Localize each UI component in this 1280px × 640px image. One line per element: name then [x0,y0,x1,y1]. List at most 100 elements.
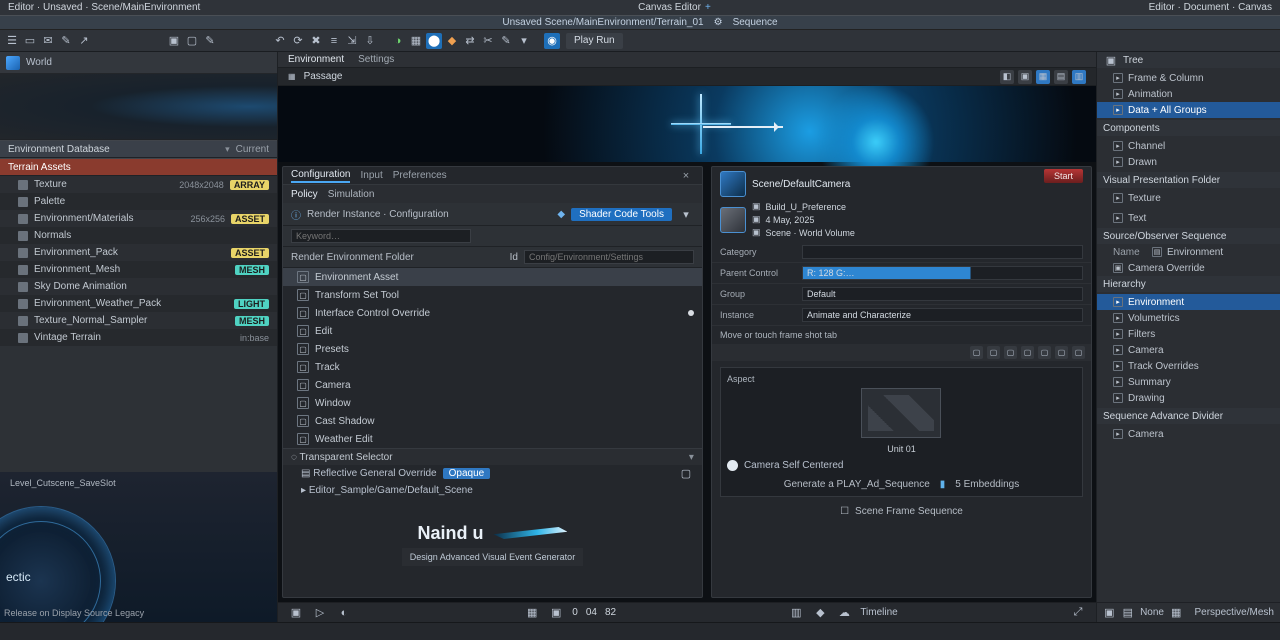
toolbar-icon[interactable]: ▢ [184,33,200,49]
kv-menu-icon[interactable]: ▢ [678,466,694,482]
tree-item[interactable]: ▸Drawing [1097,390,1280,406]
toolbar-icon[interactable]: ◑ [390,33,406,49]
insp-value[interactable]: Animate and Characterize [802,308,1083,322]
rfoot-icon-1[interactable]: ▣ [1103,605,1116,621]
head-icon-5[interactable]: ▥ [1072,70,1086,84]
play-run-button[interactable]: Play Run [566,33,623,49]
panel-menu-icon[interactable]: ▾ [678,206,694,222]
ptab-configuration[interactable]: Configuration [291,169,350,183]
config-item[interactable]: ▢Environment Asset [283,268,702,286]
insp-value[interactable]: R: 128 G:… [802,266,1083,280]
config-item[interactable]: ▢Transform Set Tool [283,286,702,304]
camera-self-centered-radio[interactable] [727,460,738,471]
toolbar-icon[interactable]: ▭ [22,33,38,49]
toolbar-icon[interactable]: ▾ [516,33,532,49]
tree-item[interactable]: ▸Track Overrides [1097,358,1280,374]
tree-item[interactable]: ▸Filters [1097,326,1280,342]
insp-value[interactable] [802,245,1083,259]
sect-transparent[interactable]: ◌ Transparent Selector [291,452,393,463]
shader-tools-button[interactable]: Shader Code Tools [571,208,672,221]
tree-item[interactable]: ▸Environment [1097,294,1280,310]
toolbar-icon[interactable]: ☰ [4,33,20,49]
toolbar-icon[interactable]: ⇄ [462,33,478,49]
tree-item[interactable]: ▸Text [1097,210,1280,226]
id-input[interactable] [524,250,694,264]
rfoot-mode[interactable]: Perspective/Mesh [1195,607,1274,618]
toolbar-icon[interactable]: ◆ [444,33,460,49]
config-item[interactable]: ▢Window [283,394,702,412]
config-item[interactable]: ▢Track [283,358,702,376]
config-item[interactable]: ▢Weather Edit [283,430,702,448]
tree-item[interactable]: ▸Frame & Column [1097,70,1280,86]
toolbar-icon[interactable]: ▣ [166,33,182,49]
toolbar-icon[interactable]: ↗ [76,33,92,49]
footer-expand-icon[interactable]: ⤢ [1070,605,1086,621]
config-item[interactable]: ▢Edit [283,322,702,340]
section-env-db[interactable]: Environment Database [8,144,110,155]
camera-override-item[interactable]: Camera Override [1128,263,1205,274]
ptab-input[interactable]: Input [360,170,382,181]
strip-icon[interactable]: ▢ [1072,346,1085,359]
globe-icon[interactable]: ◉ [544,33,560,49]
tree-item[interactable]: ▸Summary [1097,374,1280,390]
new-tab-plus[interactable]: + [705,2,711,13]
psub-policy[interactable]: Policy [291,189,318,200]
asset-row[interactable]: Palette [0,193,277,210]
insp-value[interactable]: Default [802,287,1083,301]
head-icon-4[interactable]: ▤ [1054,70,1068,84]
footer-tool-2[interactable]: ▣ [548,605,564,621]
world-preview[interactable] [0,74,277,140]
toolbar-icon[interactable]: ✖ [308,33,324,49]
config-item[interactable]: ▢Cast Shadow [283,412,702,430]
toolbar-icon[interactable]: ✉ [40,33,56,49]
tree-item[interactable]: ▸Data + All Groups [1097,102,1280,118]
asset-row[interactable]: Texture_Normal_SamplerMESH [0,312,277,329]
asset-row[interactable]: Texture2048x2048ARRAY [0,176,277,193]
config-item[interactable]: ▢Camera [283,376,702,394]
tree-item[interactable]: ▸Texture [1097,190,1280,206]
footer-icon-1[interactable]: ▣ [288,605,304,621]
tree-item[interactable]: ▸Animation [1097,86,1280,102]
hero-viewport[interactable] [278,86,1096,162]
asset-row[interactable]: Environment_MeshMESH [0,261,277,278]
head-icon-2[interactable]: ▣ [1018,70,1032,84]
asset-row[interactable]: Environment_Weather_PackLIGHT [0,295,277,312]
asset-row[interactable]: Normals [0,227,277,244]
chevron-down-icon[interactable]: ▾ [689,452,694,463]
asset-row[interactable]: Sky Dome Animation [0,278,277,295]
footer-tool-5[interactable]: ☁ [836,605,852,621]
toolbar-icon[interactable]: ▦ [408,33,424,49]
start-button[interactable]: Start [1044,169,1083,183]
head-icon-3[interactable]: ▦ [1036,70,1050,84]
ptab-preferences[interactable]: Preferences [393,170,447,181]
preview-placeholder[interactable] [861,388,941,438]
config-item[interactable]: ▢Presets [283,340,702,358]
strip-icon[interactable]: ▢ [1004,346,1017,359]
tree-item[interactable]: ▸Camera [1097,426,1280,442]
tab-settings[interactable]: Settings [358,54,394,65]
kv-override-value[interactable]: Opaque [443,468,491,479]
tab-environment[interactable]: Environment [288,54,344,65]
breadcrumb-primary[interactable]: Unsaved Scene/MainEnvironment/Terrain_01 [502,17,703,28]
strip-icon[interactable]: ▢ [1055,346,1068,359]
toolbar-icon[interactable]: ⇲ [344,33,360,49]
breadcrumb-secondary[interactable]: Sequence [733,17,778,28]
section-terrain-assets[interactable]: Terrain Assets [8,162,71,173]
asset-row[interactable]: Vintage Terrainin:base [0,329,277,346]
strip-icon[interactable]: ▢ [1038,346,1051,359]
toolbar-icon[interactable]: ⟳ [290,33,306,49]
toolbar-icon[interactable]: ⬤ [426,33,442,49]
tree-item[interactable]: ▸Channel [1097,138,1280,154]
toolbar-icon[interactable]: ↶ [272,33,288,49]
footer-tool-3[interactable]: ▥ [788,605,804,621]
panel-close-icon[interactable]: × [678,168,694,184]
strip-icon[interactable]: ▢ [970,346,983,359]
toolbar-icon[interactable]: ≡ [326,33,342,49]
chevron-down-icon[interactable]: ▾ [225,144,230,155]
strip-icon[interactable]: ▢ [1021,346,1034,359]
rfoot-icon-2[interactable]: ▤ [1122,605,1135,621]
footer-tool-1[interactable]: ▦ [524,605,540,621]
tree-item[interactable]: ▸Camera [1097,342,1280,358]
asset-row[interactable]: Environment/Materials256x256ASSET [0,210,277,227]
toolbar-icon[interactable]: ✎ [498,33,514,49]
